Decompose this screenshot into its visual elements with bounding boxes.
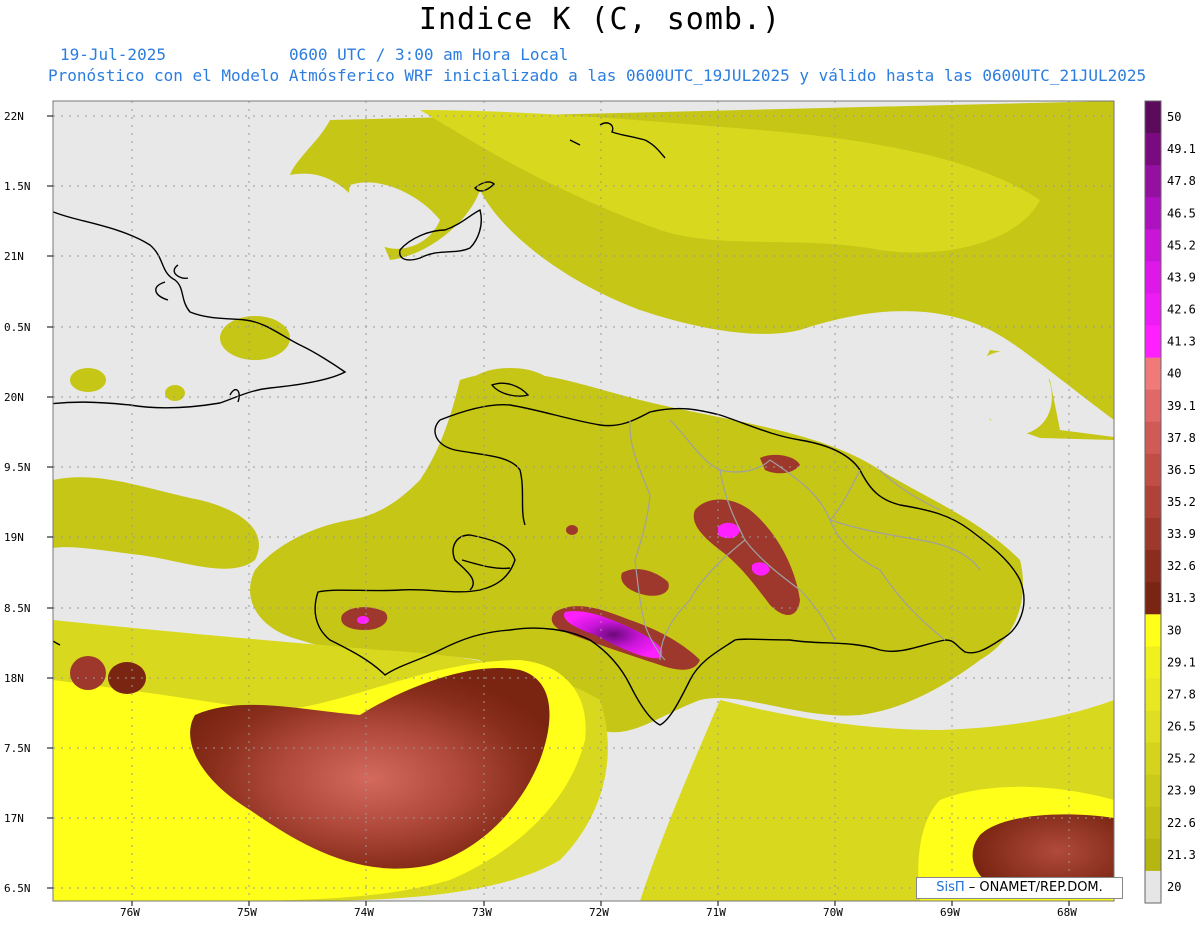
lat-axis: 22N 1.5N 21N 0.5N 20N 9.5N 19N 8.5N 18N …: [4, 110, 31, 895]
lat-label: 21N: [4, 250, 24, 263]
credit-box: SisΠ – ONAMET/REP.DOM.: [916, 877, 1123, 899]
colorbar-label: 47.8: [1167, 174, 1196, 188]
colorbar-label: 23.9: [1167, 784, 1196, 798]
colorbar-label: 43.9: [1167, 270, 1196, 284]
lat-label: 22N: [4, 110, 24, 123]
lat-label: 6.5N: [4, 882, 31, 895]
plot-area: [53, 101, 1114, 901]
lat-label: 1.5N: [4, 180, 31, 193]
colorbar-label: 21.3: [1167, 848, 1196, 862]
colorbar-swatch: [1145, 101, 1161, 134]
colorbar-swatch: [1145, 678, 1161, 712]
colorbar-swatch: [1145, 742, 1161, 776]
colorbar-label: 30: [1167, 623, 1181, 637]
colorbar-swatch: [1145, 806, 1161, 840]
colorbar-swatch: [1145, 453, 1161, 487]
credit-text: – ONAMET/REP.DOM.: [968, 880, 1103, 895]
colorbar-swatch: [1145, 646, 1161, 679]
colorbar-swatch: [1145, 582, 1161, 615]
colorbar-label: 33.9: [1167, 527, 1196, 541]
colorbar-swatch: [1145, 550, 1161, 583]
lon-ticks: [131, 901, 1070, 906]
colorbar-swatch: [1145, 518, 1161, 551]
k-index-spot-cuba-2: [70, 368, 106, 392]
lon-axis: 76W 75W 74W 73W 72W 71W 70W 69W 68W: [120, 906, 1077, 919]
colorbar: 50 49.1 47.8 46.5 45.2 43.9 42.6 41.3 40 39.1 37.8…: [1144, 100, 1196, 904]
colorbar-swatch: [1145, 261, 1161, 294]
k-index-high-spot-jamaica-1: [70, 656, 106, 690]
lon-label: 68W: [1057, 906, 1077, 919]
colorbar-label: 36.5: [1167, 463, 1196, 477]
colorbar-label: 35.2: [1167, 495, 1196, 509]
colorbar-label: 26.5: [1167, 720, 1196, 734]
colorbar-label: 31.3: [1167, 591, 1196, 605]
colorbar-swatch: [1145, 229, 1161, 262]
colorbar-swatch: [1145, 197, 1161, 230]
colorbar-swatch: [1145, 870, 1161, 904]
credit-brand: SisΠ: [936, 880, 965, 895]
k-index-cell-southwest-core: [357, 616, 369, 624]
colorbar-swatch: [1145, 389, 1161, 423]
k-index-spot-cuba-3: [165, 385, 185, 401]
lon-label: 73W: [472, 906, 492, 919]
lat-label: 19N: [4, 531, 24, 544]
lat-label: 0.5N: [4, 321, 31, 334]
colorbar-swatch: [1145, 293, 1161, 327]
colorbar-label: 39.1: [1167, 399, 1196, 413]
colorbar-label: 22.6: [1167, 816, 1196, 830]
colorbar-label: 46.5: [1167, 206, 1196, 220]
colorbar-label: 40: [1167, 367, 1181, 381]
colorbar-label: 49.1: [1167, 142, 1196, 156]
colorbar-label: 41.3: [1167, 335, 1196, 349]
k-index-cell-northwest: [566, 525, 578, 535]
colorbar-swatch: [1145, 357, 1161, 391]
lat-label: 17N: [4, 812, 24, 825]
lat-label: 18N: [4, 672, 24, 685]
lon-label: 71W: [706, 906, 726, 919]
colorbar-swatch: [1145, 133, 1161, 166]
colorbar-swatch: [1145, 774, 1161, 808]
lat-label: 9.5N: [4, 461, 31, 474]
colorbar-swatch: [1145, 485, 1161, 519]
colorbar-label: 50: [1167, 110, 1181, 124]
colorbar-label: 42.6: [1167, 303, 1196, 317]
colorbar-label: 37.8: [1167, 431, 1196, 445]
lat-ticks: [47, 115, 53, 889]
lon-label: 75W: [237, 906, 257, 919]
colorbar-swatch: [1145, 710, 1161, 744]
lat-label: 7.5N: [4, 742, 31, 755]
lon-label: 72W: [589, 906, 609, 919]
colorbar-label: 45.2: [1167, 238, 1196, 252]
lon-label: 70W: [823, 906, 843, 919]
colorbar-label: 27.8: [1167, 687, 1196, 701]
colorbar-swatch: [1145, 838, 1161, 872]
lon-label: 74W: [354, 906, 374, 919]
colorbar-label: 32.6: [1167, 559, 1196, 573]
map-figure: 22N 1.5N 21N 0.5N 20N 9.5N 19N 8.5N 18N …: [4, 100, 1196, 919]
colorbar-swatch: [1145, 614, 1161, 647]
colorbar-label: 20: [1167, 880, 1181, 894]
colorbar-swatch: [1145, 421, 1161, 455]
colorbar-label: 25.2: [1167, 752, 1196, 766]
lat-label: 20N: [4, 391, 24, 404]
colorbar-label: 29.1: [1167, 655, 1196, 669]
colorbar-swatch: [1145, 165, 1161, 198]
colorbar-swatch: [1145, 325, 1161, 359]
lat-label: 8.5N: [4, 602, 31, 615]
lon-label: 76W: [120, 906, 140, 919]
lon-label: 69W: [940, 906, 960, 919]
